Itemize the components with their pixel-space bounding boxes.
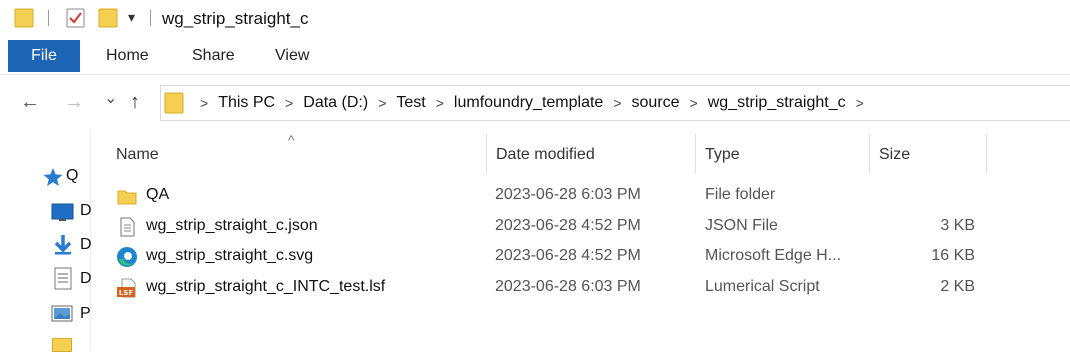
nav-item-documents[interactable]: D	[80, 270, 92, 288]
breadcrumb-test[interactable]: Test	[396, 94, 425, 112]
file-type: JSON File	[705, 217, 778, 234]
file-type: Lumerical Script	[705, 278, 820, 295]
breadcrumb-separator[interactable]: >	[436, 95, 444, 111]
lsf-script-icon: LSF	[117, 278, 136, 298]
column-header-type[interactable]: Type	[705, 146, 740, 164]
json-file-icon	[120, 217, 135, 237]
recent-locations-icon[interactable]: ⌄	[104, 88, 117, 108]
ribbon-bar	[0, 38, 1070, 75]
file-row[interactable]: LSF wg_strip_straight_c_INTC_test.lsf 20…	[110, 272, 990, 302]
properties-check-icon[interactable]	[64, 6, 88, 30]
qat-dropdown-icon[interactable]: ▾	[128, 9, 135, 26]
pictures-icon	[51, 305, 73, 322]
file-type: File folder	[705, 186, 776, 203]
desktop-icon	[51, 203, 74, 221]
file-name[interactable]: wg_strip_straight_c.svg	[146, 241, 313, 271]
document-icon	[54, 267, 72, 290]
back-arrow-icon[interactable]: ←	[20, 91, 40, 114]
file-size: 2 KB	[940, 278, 975, 295]
sort-ascending-icon: ^	[288, 132, 295, 148]
column-header-name[interactable]: Name	[116, 146, 159, 164]
breadcrumb-separator[interactable]: >	[613, 95, 621, 111]
folder-icon[interactable]	[14, 7, 36, 29]
breadcrumb-data-drive[interactable]: Data (D:)	[303, 94, 368, 112]
tab-share[interactable]: Share	[192, 47, 235, 65]
breadcrumb-separator[interactable]: >	[200, 95, 208, 111]
file-type: Microsoft Edge H...	[705, 247, 842, 264]
breadcrumb-wg-strip-straight-c[interactable]: wg_strip_straight_c	[708, 94, 846, 112]
breadcrumb-lumfoundry-template[interactable]: lumfoundry_template	[454, 94, 603, 112]
edge-icon	[117, 247, 137, 267]
folder-icon	[117, 190, 137, 205]
column-divider[interactable]	[695, 134, 696, 174]
forward-arrow-icon[interactable]: →	[64, 91, 84, 114]
download-icon	[54, 235, 72, 255]
breadcrumb-this-pc[interactable]: This PC	[218, 94, 275, 112]
breadcrumb-separator[interactable]: >	[378, 95, 386, 111]
new-folder-icon[interactable]	[98, 7, 120, 29]
tab-file[interactable]: File	[8, 40, 80, 72]
file-date: 2023-06-28 6:03 PM	[495, 186, 641, 203]
up-arrow-icon[interactable]: ↑	[130, 91, 140, 114]
column-divider[interactable]	[486, 134, 487, 174]
file-size: 3 KB	[940, 217, 975, 234]
nav-item-pictures[interactable]: P	[80, 305, 91, 323]
file-size: 16 KB	[931, 247, 975, 264]
star-icon	[43, 168, 63, 186]
breadcrumb-separator[interactable]: >	[690, 95, 698, 111]
nav-item-desktop[interactable]: D	[80, 202, 92, 220]
tab-home[interactable]: Home	[106, 47, 149, 65]
breadcrumb-separator[interactable]: >	[856, 95, 864, 111]
window-title: wg_strip_straight_c	[162, 9, 309, 28]
tab-view[interactable]: View	[275, 47, 309, 65]
breadcrumb-separator[interactable]: >	[285, 95, 293, 111]
nav-item-downloads[interactable]: D	[80, 236, 92, 254]
nav-item-quick-access[interactable]: Q	[66, 167, 78, 185]
column-divider[interactable]	[869, 134, 870, 174]
file-date: 2023-06-28 4:52 PM	[495, 217, 641, 234]
file-name[interactable]: QA	[146, 180, 169, 210]
qat-separator	[150, 10, 151, 26]
svg-text:LSF: LSF	[119, 289, 134, 297]
breadcrumb-source[interactable]: source	[632, 94, 680, 112]
title-bar	[0, 0, 1070, 38]
breadcrumb: > This PC > Data (D:) > Test > lumfoundr…	[190, 94, 874, 112]
file-name[interactable]: wg_strip_straight_c.json	[146, 211, 318, 241]
qat-separator	[48, 10, 49, 26]
column-header-size[interactable]: Size	[879, 146, 910, 164]
column-divider[interactable]	[986, 134, 987, 174]
file-row[interactable]: wg_strip_straight_c.json 2023-06-28 4:52…	[110, 211, 990, 241]
folder-icon	[164, 92, 184, 114]
file-date: 2023-06-28 6:03 PM	[495, 278, 641, 295]
file-name[interactable]: wg_strip_straight_c_INTC_test.lsf	[146, 272, 385, 302]
column-header-date-modified[interactable]: Date modified	[496, 146, 595, 164]
file-row[interactable]: wg_strip_straight_c.svg 2023-06-28 4:52 …	[110, 241, 990, 271]
file-row[interactable]: QA 2023-06-28 6:03 PM File folder	[110, 180, 990, 210]
file-date: 2023-06-28 4:52 PM	[495, 247, 641, 264]
